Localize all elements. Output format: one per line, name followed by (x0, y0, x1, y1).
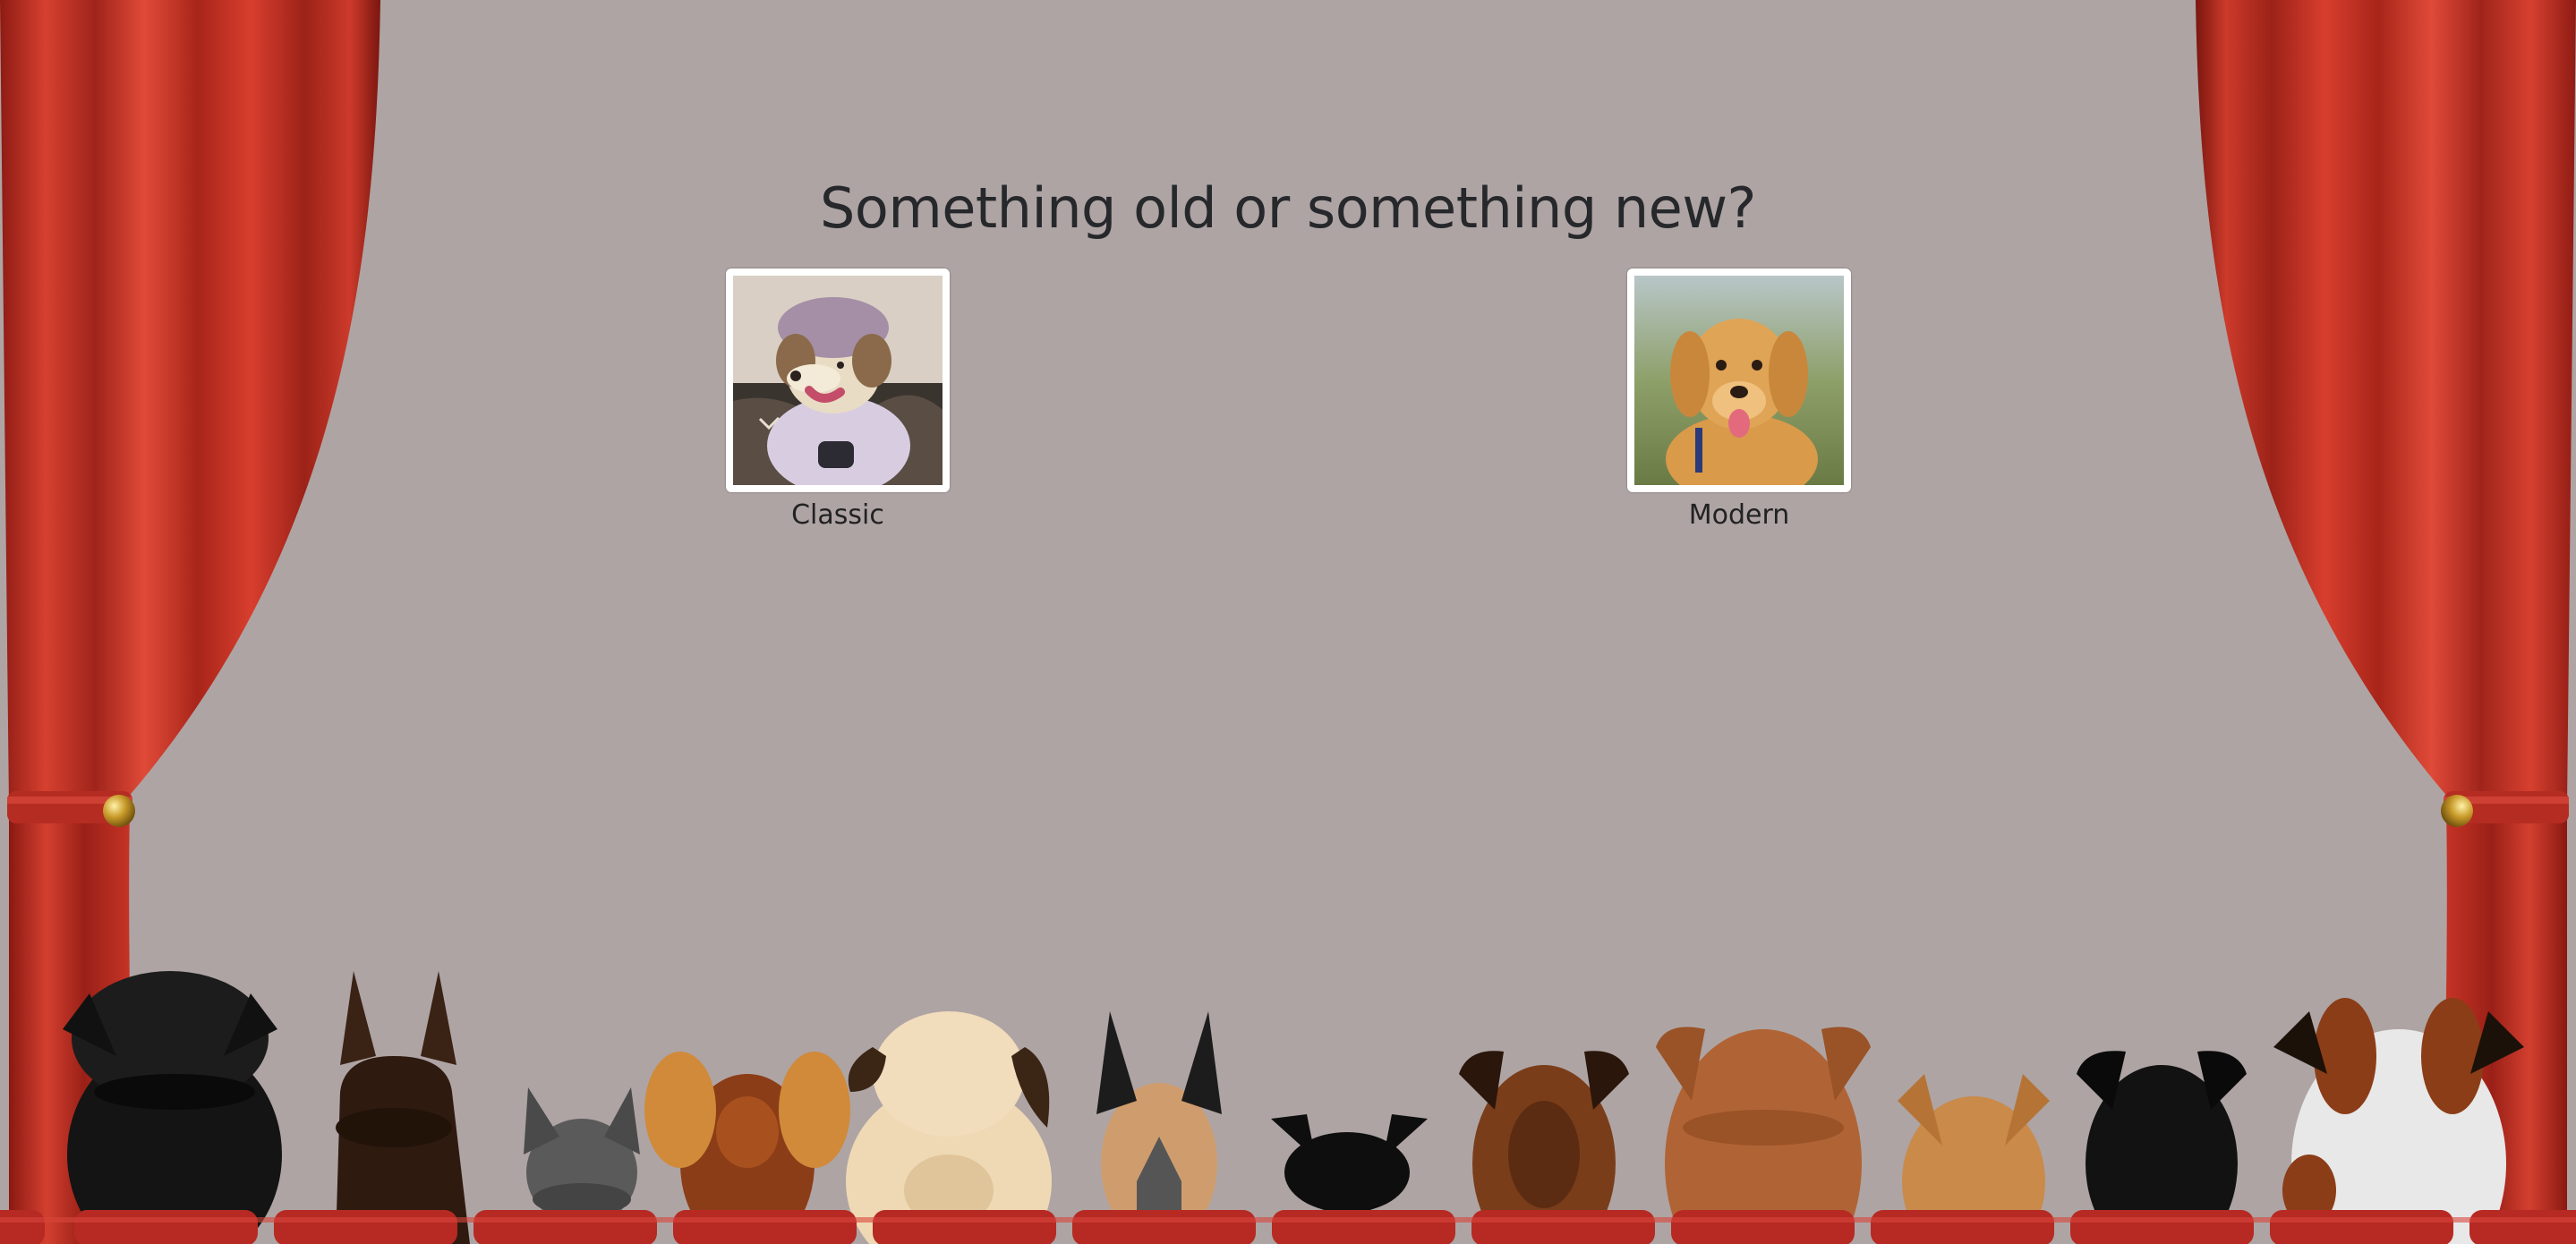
seat-row (0, 1210, 2576, 1244)
theater-stage: Something old or something new? Classic (0, 0, 2576, 1244)
dog-silhouette (63, 971, 282, 1244)
dog-silhouette (1096, 1011, 1222, 1244)
dog-silhouette (524, 1087, 640, 1226)
dog-silhouette (336, 971, 470, 1244)
dog-audience (0, 971, 2576, 1244)
dog-silhouette (2273, 998, 2524, 1244)
dog-silhouette (846, 1011, 1052, 1244)
dog-silhouette (1271, 1114, 1428, 1213)
